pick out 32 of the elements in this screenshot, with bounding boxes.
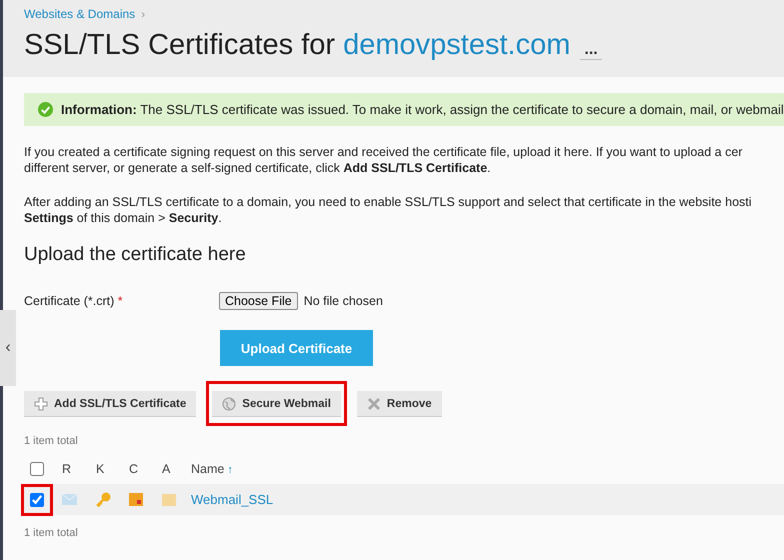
page-title: SSL/TLS Certificates for demovpstest.com	[24, 29, 570, 62]
envelope-icon	[62, 494, 77, 505]
item-count: 1 item total	[24, 435, 79, 447]
notice-text: Information: The SSL/TLS certificate was issued. To make it work, assign the certificate to secure a domain, mail, or webmail	[61, 102, 784, 117]
globe-icon	[222, 396, 236, 410]
column-header[interactable]: K	[96, 462, 104, 476]
collapse-handle[interactable]: ‹	[0, 310, 16, 386]
column-header[interactable]: Name	[191, 462, 224, 476]
column-header[interactable]: C	[129, 462, 138, 476]
row-checkbox[interactable]	[30, 492, 44, 506]
column-header[interactable]: A	[162, 462, 170, 476]
file-status: No file chosen	[304, 294, 383, 308]
help-paragraph: After adding an SSL/TLS certificate to a domain, you need to enable SSL/TLS support and select that certificate in the website hosti Settings of this domain > Security.	[24, 194, 753, 226]
item-count: 1 item total	[24, 527, 79, 539]
choose-file-button[interactable]: Choose File	[219, 292, 298, 310]
sort-arrow-icon: ↑	[227, 464, 233, 476]
certificate-icon	[129, 493, 143, 506]
key-icon	[96, 492, 111, 507]
toolbar-button[interactable]: Remove	[356, 391, 442, 417]
cross-icon	[366, 396, 381, 410]
check-circle-icon	[38, 102, 53, 117]
column-header[interactable]: R	[62, 462, 72, 476]
field-label: Certificate (*.crt) *	[24, 294, 124, 308]
plus-icon	[34, 396, 48, 410]
select-all-checkbox[interactable]	[30, 462, 44, 476]
folder-icon	[162, 494, 176, 506]
more-button[interactable]: ...	[580, 41, 602, 60]
chevron-icon: ›	[141, 7, 146, 21]
section-heading: Upload the certificate here	[24, 244, 247, 266]
toolbar-button[interactable]: Add SSL/TLS Certificate	[24, 391, 196, 417]
toolbar-button[interactable]: Secure Webmail	[212, 391, 341, 417]
help-paragraph: If you created a certificate signing request on this server and received the certificate file, upload it here. If you want to upload a cer different server, or generate a self-signed certificate, click Add SSL/TLS Certificate.	[24, 144, 744, 176]
